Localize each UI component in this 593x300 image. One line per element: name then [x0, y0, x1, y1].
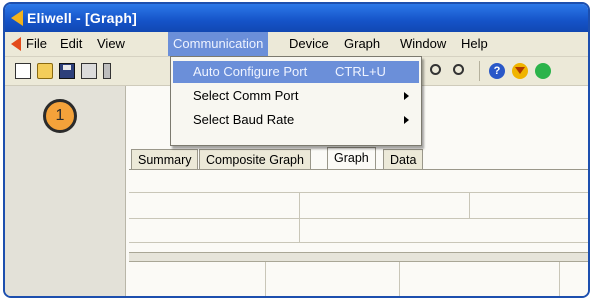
menu-item-shortcut: CTRL+U — [335, 64, 386, 79]
menu-item-label: Auto Configure Port — [193, 64, 308, 79]
submenu-arrow-icon — [404, 116, 409, 124]
menu-view[interactable]: View — [92, 32, 130, 56]
grid-line — [399, 262, 400, 296]
menu-window[interactable]: Window — [395, 32, 451, 56]
communication-menu: Auto Configure Port CTRL+U Select Comm P… — [170, 56, 422, 146]
graph-panel — [129, 169, 588, 296]
menu-communication[interactable]: Communication — [168, 32, 269, 56]
menu-edit[interactable]: Edit — [55, 32, 87, 56]
grid-line — [469, 192, 470, 218]
grid-line — [265, 262, 266, 296]
tab-graph[interactable]: Graph — [327, 147, 376, 169]
menu-file[interactable]: File — [21, 32, 52, 56]
menu-item-label: Select Baud Rate — [193, 112, 295, 127]
tab-summary[interactable]: Summary — [131, 149, 199, 169]
save-icon[interactable] — [59, 63, 75, 79]
submenu-arrow-icon — [404, 92, 409, 100]
zoom-in-icon[interactable] — [453, 64, 464, 75]
tab-data[interactable]: Data — [383, 149, 424, 169]
title-bar[interactable]: Eliwell - [Graph] — [5, 4, 588, 32]
grid-line — [559, 262, 560, 296]
menu-bar: File Edit View Communication Device Grap… — [5, 32, 588, 57]
menu-device[interactable]: Device — [284, 32, 334, 56]
grid-line — [129, 192, 588, 193]
application-window: Eliwell - [Graph] File Edit View Communi… — [3, 2, 590, 298]
menu-item-select-comm-port[interactable]: Select Comm Port — [173, 85, 419, 107]
step-callout-badge: 1 — [43, 99, 77, 133]
copy-icon[interactable] — [81, 63, 97, 79]
grid-line — [129, 242, 588, 243]
new-file-icon[interactable] — [15, 63, 31, 79]
menu-graph[interactable]: Graph — [339, 32, 385, 56]
menu-help[interactable]: Help — [456, 32, 493, 56]
document-icon[interactable] — [11, 37, 21, 51]
toolbar-separator — [479, 61, 480, 81]
print-icon[interactable] — [103, 63, 111, 79]
zoom-icon[interactable] — [430, 64, 441, 75]
window-title: Eliwell - [Graph] — [27, 10, 137, 26]
menu-item-select-baud-rate[interactable]: Select Baud Rate — [173, 109, 419, 131]
connect-status-icon[interactable] — [535, 63, 551, 79]
grid-line — [299, 192, 300, 242]
help-icon[interactable]: ? — [489, 63, 505, 79]
panel-divider — [129, 252, 588, 262]
menu-item-auto-configure-port[interactable]: Auto Configure Port CTRL+U — [173, 61, 419, 83]
open-folder-icon[interactable] — [37, 63, 53, 79]
download-icon[interactable] — [512, 63, 528, 79]
app-logo-icon — [11, 10, 23, 26]
grid-line — [129, 218, 588, 219]
tab-composite-graph[interactable]: Composite Graph — [199, 149, 311, 169]
menu-item-label: Select Comm Port — [193, 88, 299, 103]
